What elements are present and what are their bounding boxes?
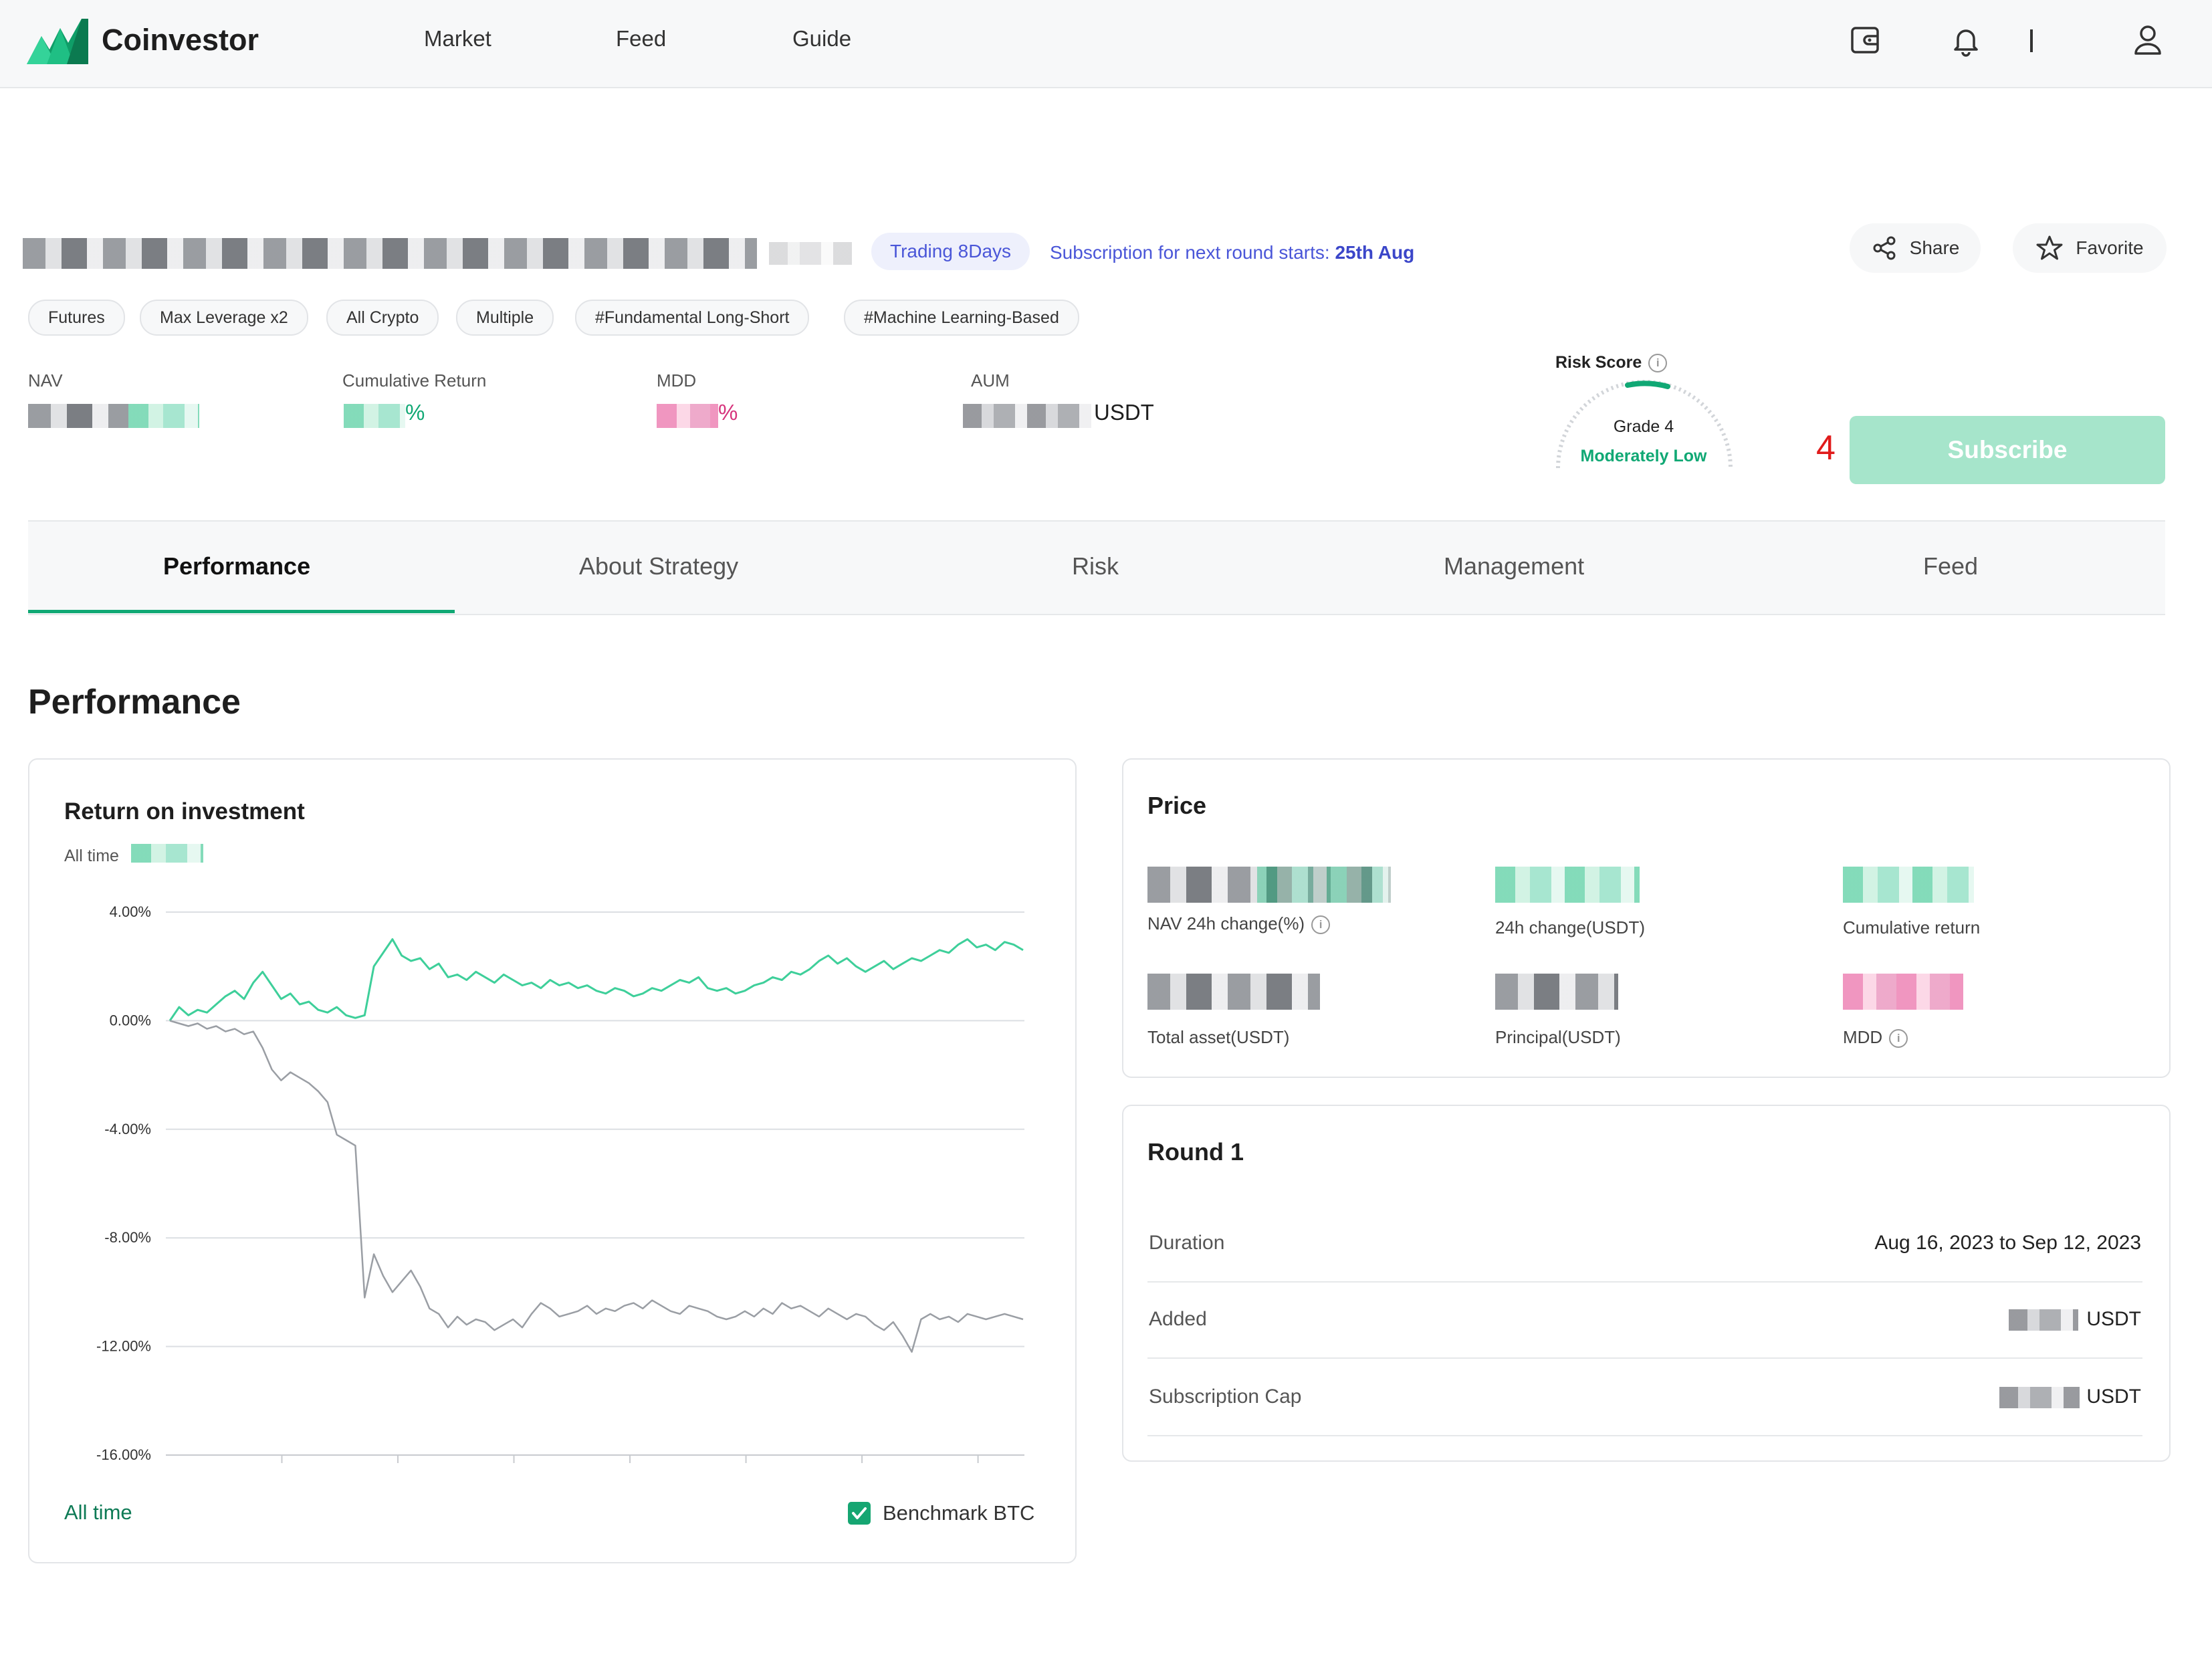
cumulative-return-suffix: % bbox=[405, 400, 425, 425]
tag-all-crypto[interactable]: All Crypto bbox=[326, 300, 439, 336]
step-annotation: 4 bbox=[1816, 429, 1836, 467]
nav-stat-value-redacted bbox=[28, 404, 128, 428]
mdd-label: MDD bbox=[657, 370, 697, 391]
tag-fundamental-long-short[interactable]: #Fundamental Long-Short bbox=[575, 300, 810, 336]
principal-label: Principal(USDT) bbox=[1495, 1027, 1621, 1047]
roi-all-time-label: All time bbox=[64, 847, 119, 865]
tag-machine-learning[interactable]: #Machine Learning-Based bbox=[844, 300, 1079, 336]
total-asset-value-redacted bbox=[1147, 974, 1320, 1010]
y-tick-label: -8.00% bbox=[104, 1229, 151, 1246]
roi-title: Return on investment bbox=[64, 798, 305, 824]
brand-name[interactable]: Coinvestor bbox=[102, 23, 259, 58]
nav-market[interactable]: Market bbox=[424, 26, 491, 51]
roi-all-time-value-redacted bbox=[131, 844, 203, 863]
row-divider bbox=[1147, 1435, 2142, 1436]
cumulative-return-value-redacted bbox=[344, 404, 405, 428]
row-divider bbox=[1147, 1357, 2142, 1359]
nav-24h-change-label: NAV 24h change(%) i bbox=[1147, 913, 1331, 935]
principal-value-redacted bbox=[1495, 974, 1618, 1010]
total-asset-label: Total asset(USDT) bbox=[1147, 1027, 1290, 1047]
trading-days-badge: Trading 8Days bbox=[871, 233, 1030, 270]
roi-line-chart[interactable]: 4.00% 0.00% -4.00% -8.00% -12.00% -16.00% bbox=[67, 896, 1043, 1471]
nav-24h-change-green-redacted bbox=[1257, 867, 1391, 903]
change-24h-label: 24h change(USDT) bbox=[1495, 917, 1645, 937]
tab-feed[interactable]: Feed bbox=[1923, 552, 1978, 580]
subscription-cap-unit: USDT bbox=[2086, 1386, 2141, 1408]
benchmark-label[interactable]: Benchmark BTC bbox=[883, 1501, 1034, 1525]
share-icon bbox=[1873, 236, 1896, 260]
tab-about-strategy[interactable]: About Strategy bbox=[579, 552, 738, 580]
y-tick-label: -16.00% bbox=[96, 1446, 151, 1463]
aum-value-redacted bbox=[963, 404, 1091, 428]
favorite-button[interactable]: Favorite bbox=[2013, 223, 2167, 273]
duration-label: Duration bbox=[1149, 1232, 1225, 1254]
y-tick-label: 0.00% bbox=[110, 1012, 151, 1028]
risk-grade-description: Moderately Low bbox=[1580, 447, 1707, 465]
strategy-return-line bbox=[169, 938, 1024, 1022]
mdd-suffix: % bbox=[718, 400, 738, 425]
added-label: Added bbox=[1149, 1308, 1207, 1330]
tag-max-leverage[interactable]: Max Leverage x2 bbox=[140, 300, 308, 336]
star-icon bbox=[2036, 235, 2063, 260]
row-divider bbox=[1147, 1281, 2142, 1283]
nav-divider bbox=[2030, 29, 2033, 52]
change-24h-value-redacted bbox=[1495, 867, 1640, 903]
info-icon[interactable]: i bbox=[1648, 354, 1668, 373]
y-tick-label: 4.00% bbox=[110, 903, 151, 920]
cumulative-return-price-redacted bbox=[1843, 867, 1974, 903]
active-tab-indicator bbox=[28, 610, 455, 613]
section-title: Performance bbox=[28, 683, 241, 722]
info-icon[interactable]: i bbox=[1889, 1029, 1908, 1049]
range-all-time-button[interactable]: All time bbox=[64, 1501, 132, 1525]
y-tick-label: -4.00% bbox=[104, 1121, 151, 1137]
subscribe-button[interactable]: Subscribe bbox=[1850, 416, 2165, 484]
price-title: Price bbox=[1147, 792, 1207, 819]
tag-futures[interactable]: Futures bbox=[28, 300, 125, 336]
risk-score-label: Risk Score i bbox=[1555, 353, 1668, 373]
y-tick-label: -12.00% bbox=[96, 1338, 151, 1355]
round-title: Round 1 bbox=[1147, 1138, 1244, 1166]
aum-label: AUM bbox=[971, 370, 1010, 391]
tab-performance[interactable]: Performance bbox=[163, 552, 310, 580]
wallet-icon[interactable] bbox=[1846, 20, 1886, 60]
info-icon[interactable]: i bbox=[1311, 915, 1331, 935]
risk-grade: Grade 4 bbox=[1613, 417, 1674, 436]
coinvestor-logo[interactable] bbox=[27, 16, 88, 64]
cumulative-return-label: Cumulative Return bbox=[342, 370, 487, 391]
tag-multiple[interactable]: Multiple bbox=[456, 300, 554, 336]
subscription-cap-label: Subscription Cap bbox=[1149, 1386, 1302, 1408]
tab-risk[interactable]: Risk bbox=[1072, 552, 1119, 580]
share-label: Share bbox=[1909, 237, 1960, 258]
user-icon[interactable] bbox=[2128, 20, 2168, 60]
checkmark-icon bbox=[852, 1507, 867, 1519]
duration-value: Aug 16, 2023 to Sep 12, 2023 bbox=[1874, 1232, 2141, 1254]
added-unit: USDT bbox=[2086, 1308, 2141, 1330]
benchmark-btc-line bbox=[169, 1020, 1024, 1353]
benchmark-checkbox[interactable] bbox=[848, 1502, 871, 1525]
aum-unit: USDT bbox=[1094, 400, 1154, 425]
tab-management[interactable]: Management bbox=[1444, 552, 1584, 580]
mdd-price-label: MDD i bbox=[1843, 1027, 1908, 1049]
nav-stat-change-redacted bbox=[128, 404, 199, 428]
favorite-label: Favorite bbox=[2076, 237, 2144, 258]
mdd-price-value-redacted bbox=[1843, 974, 1963, 1010]
bell-icon[interactable] bbox=[1946, 20, 1986, 60]
share-button[interactable]: Share bbox=[1850, 223, 1981, 273]
strategy-title-redacted bbox=[23, 238, 757, 269]
nav-stat-label: NAV bbox=[28, 370, 63, 391]
subscription-note: Subscription for next round starts: 25th… bbox=[1050, 242, 1415, 263]
added-value-redacted bbox=[2009, 1309, 2078, 1331]
nav-guide[interactable]: Guide bbox=[792, 26, 851, 51]
nav-feed[interactable]: Feed bbox=[616, 26, 666, 51]
strategy-subtitle-redacted bbox=[769, 242, 852, 265]
subscription-cap-value-redacted bbox=[1999, 1387, 2080, 1408]
cumulative-return-price-label: Cumulative return bbox=[1843, 917, 1981, 937]
mdd-value-redacted bbox=[657, 404, 718, 428]
